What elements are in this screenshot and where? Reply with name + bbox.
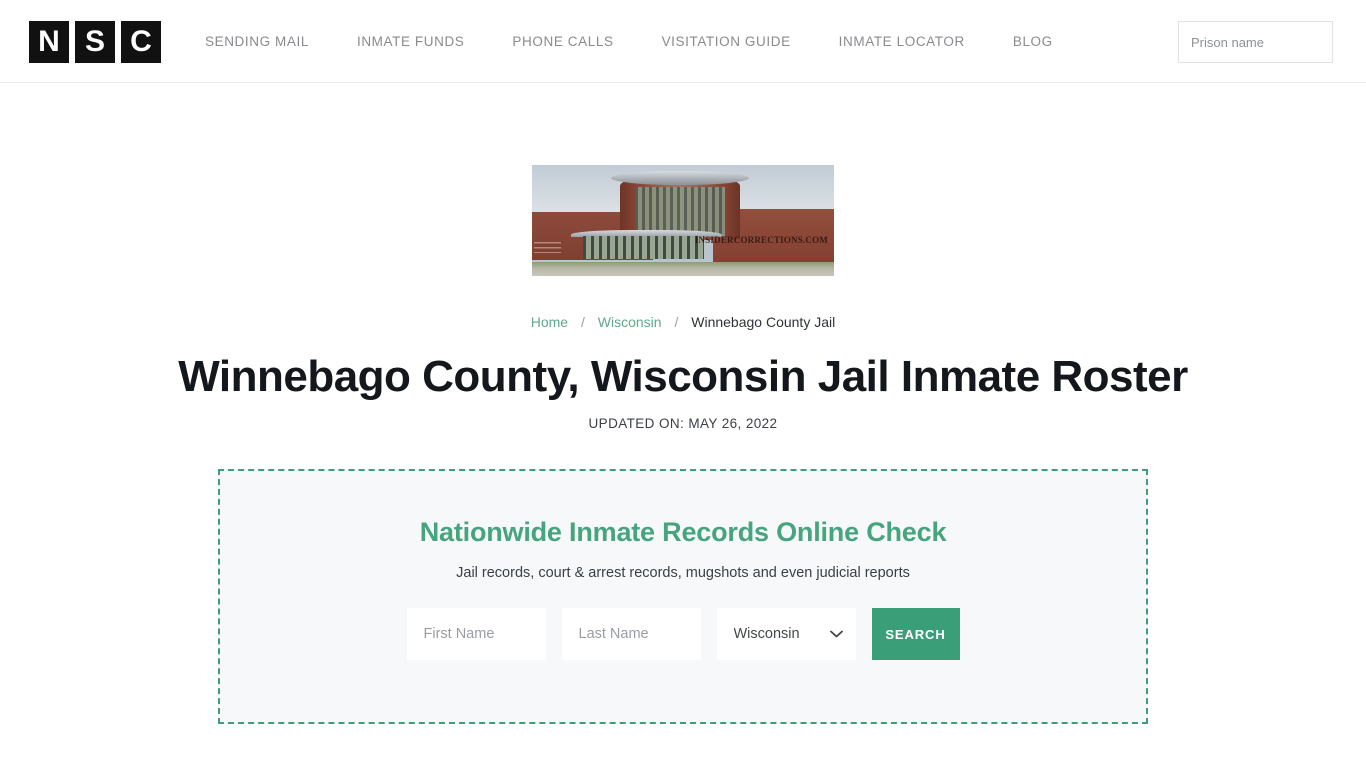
breadcrumb-separator-2: / bbox=[674, 314, 679, 330]
site-logo[interactable]: N S C bbox=[29, 21, 161, 63]
promo-search-button[interactable]: SEARCH bbox=[871, 608, 960, 660]
nav-item-inmate-locator[interactable]: INMATE LOCATOR bbox=[815, 34, 989, 49]
last-name-input[interactable] bbox=[561, 608, 701, 660]
first-name-input[interactable] bbox=[406, 608, 546, 660]
header-search-box bbox=[1178, 21, 1366, 63]
page-content: INSIDERCORRECTIONS.COM Home / Wisconsin … bbox=[0, 83, 1366, 724]
nav-item-sending-mail[interactable]: SENDING MAIL bbox=[205, 34, 333, 49]
jail-building-image: INSIDERCORRECTIONS.COM bbox=[532, 165, 834, 276]
hero-ground bbox=[532, 261, 834, 276]
main-navigation: SENDING MAIL INMATE FUNDS PHONE CALLS VI… bbox=[205, 0, 1077, 83]
state-select-wrapper: WisconsinAlabamaAlaskaArizonaCaliforniaF… bbox=[716, 608, 856, 660]
hero-watermark: INSIDERCORRECTIONS.COM bbox=[694, 234, 828, 245]
breadcrumb: Home / Wisconsin / Winnebago County Jail bbox=[0, 314, 1366, 330]
state-select[interactable]: WisconsinAlabamaAlaskaArizonaCaliforniaF… bbox=[716, 608, 856, 660]
nav-item-visitation-guide[interactable]: VISITATION GUIDE bbox=[638, 34, 815, 49]
hero-image-wrapper: INSIDERCORRECTIONS.COM bbox=[0, 83, 1366, 276]
breadcrumb-separator-1: / bbox=[581, 314, 585, 330]
last-updated-text: UPDATED ON: MAY 26, 2022 bbox=[588, 416, 778, 431]
hero-entrance-glass bbox=[583, 236, 705, 260]
logo-tile-n: N bbox=[29, 21, 69, 63]
page-title: Winnebago County, Wisconsin Jail Inmate … bbox=[178, 352, 1188, 401]
prison-search-input[interactable] bbox=[1179, 34, 1366, 50]
site-header: N S C SENDING MAIL INMATE FUNDS PHONE CA… bbox=[0, 0, 1366, 83]
nav-item-phone-calls[interactable]: PHONE CALLS bbox=[488, 34, 637, 49]
logo-tile-s: S bbox=[75, 21, 115, 63]
hero-tower-cap bbox=[610, 170, 750, 185]
promo-title: Nationwide Inmate Records Online Check bbox=[419, 517, 947, 547]
breadcrumb-item-wisconsin[interactable]: Wisconsin bbox=[598, 314, 662, 330]
promo-subtitle: Jail records, court & arrest records, mu… bbox=[456, 565, 910, 581]
inmate-search-form: WisconsinAlabamaAlaskaArizonaCaliforniaF… bbox=[220, 608, 1146, 660]
logo-tile-c: C bbox=[121, 21, 161, 63]
nav-item-blog[interactable]: BLOG bbox=[989, 34, 1077, 49]
inmate-records-promo-box: Nationwide Inmate Records Online Check J… bbox=[218, 469, 1148, 724]
breadcrumb-item-home[interactable]: Home bbox=[531, 314, 568, 330]
nav-item-inmate-funds[interactable]: INMATE FUNDS bbox=[333, 34, 488, 49]
breadcrumb-item-current: Winnebago County Jail bbox=[691, 314, 836, 330]
hero-brick-louvers bbox=[534, 241, 561, 253]
